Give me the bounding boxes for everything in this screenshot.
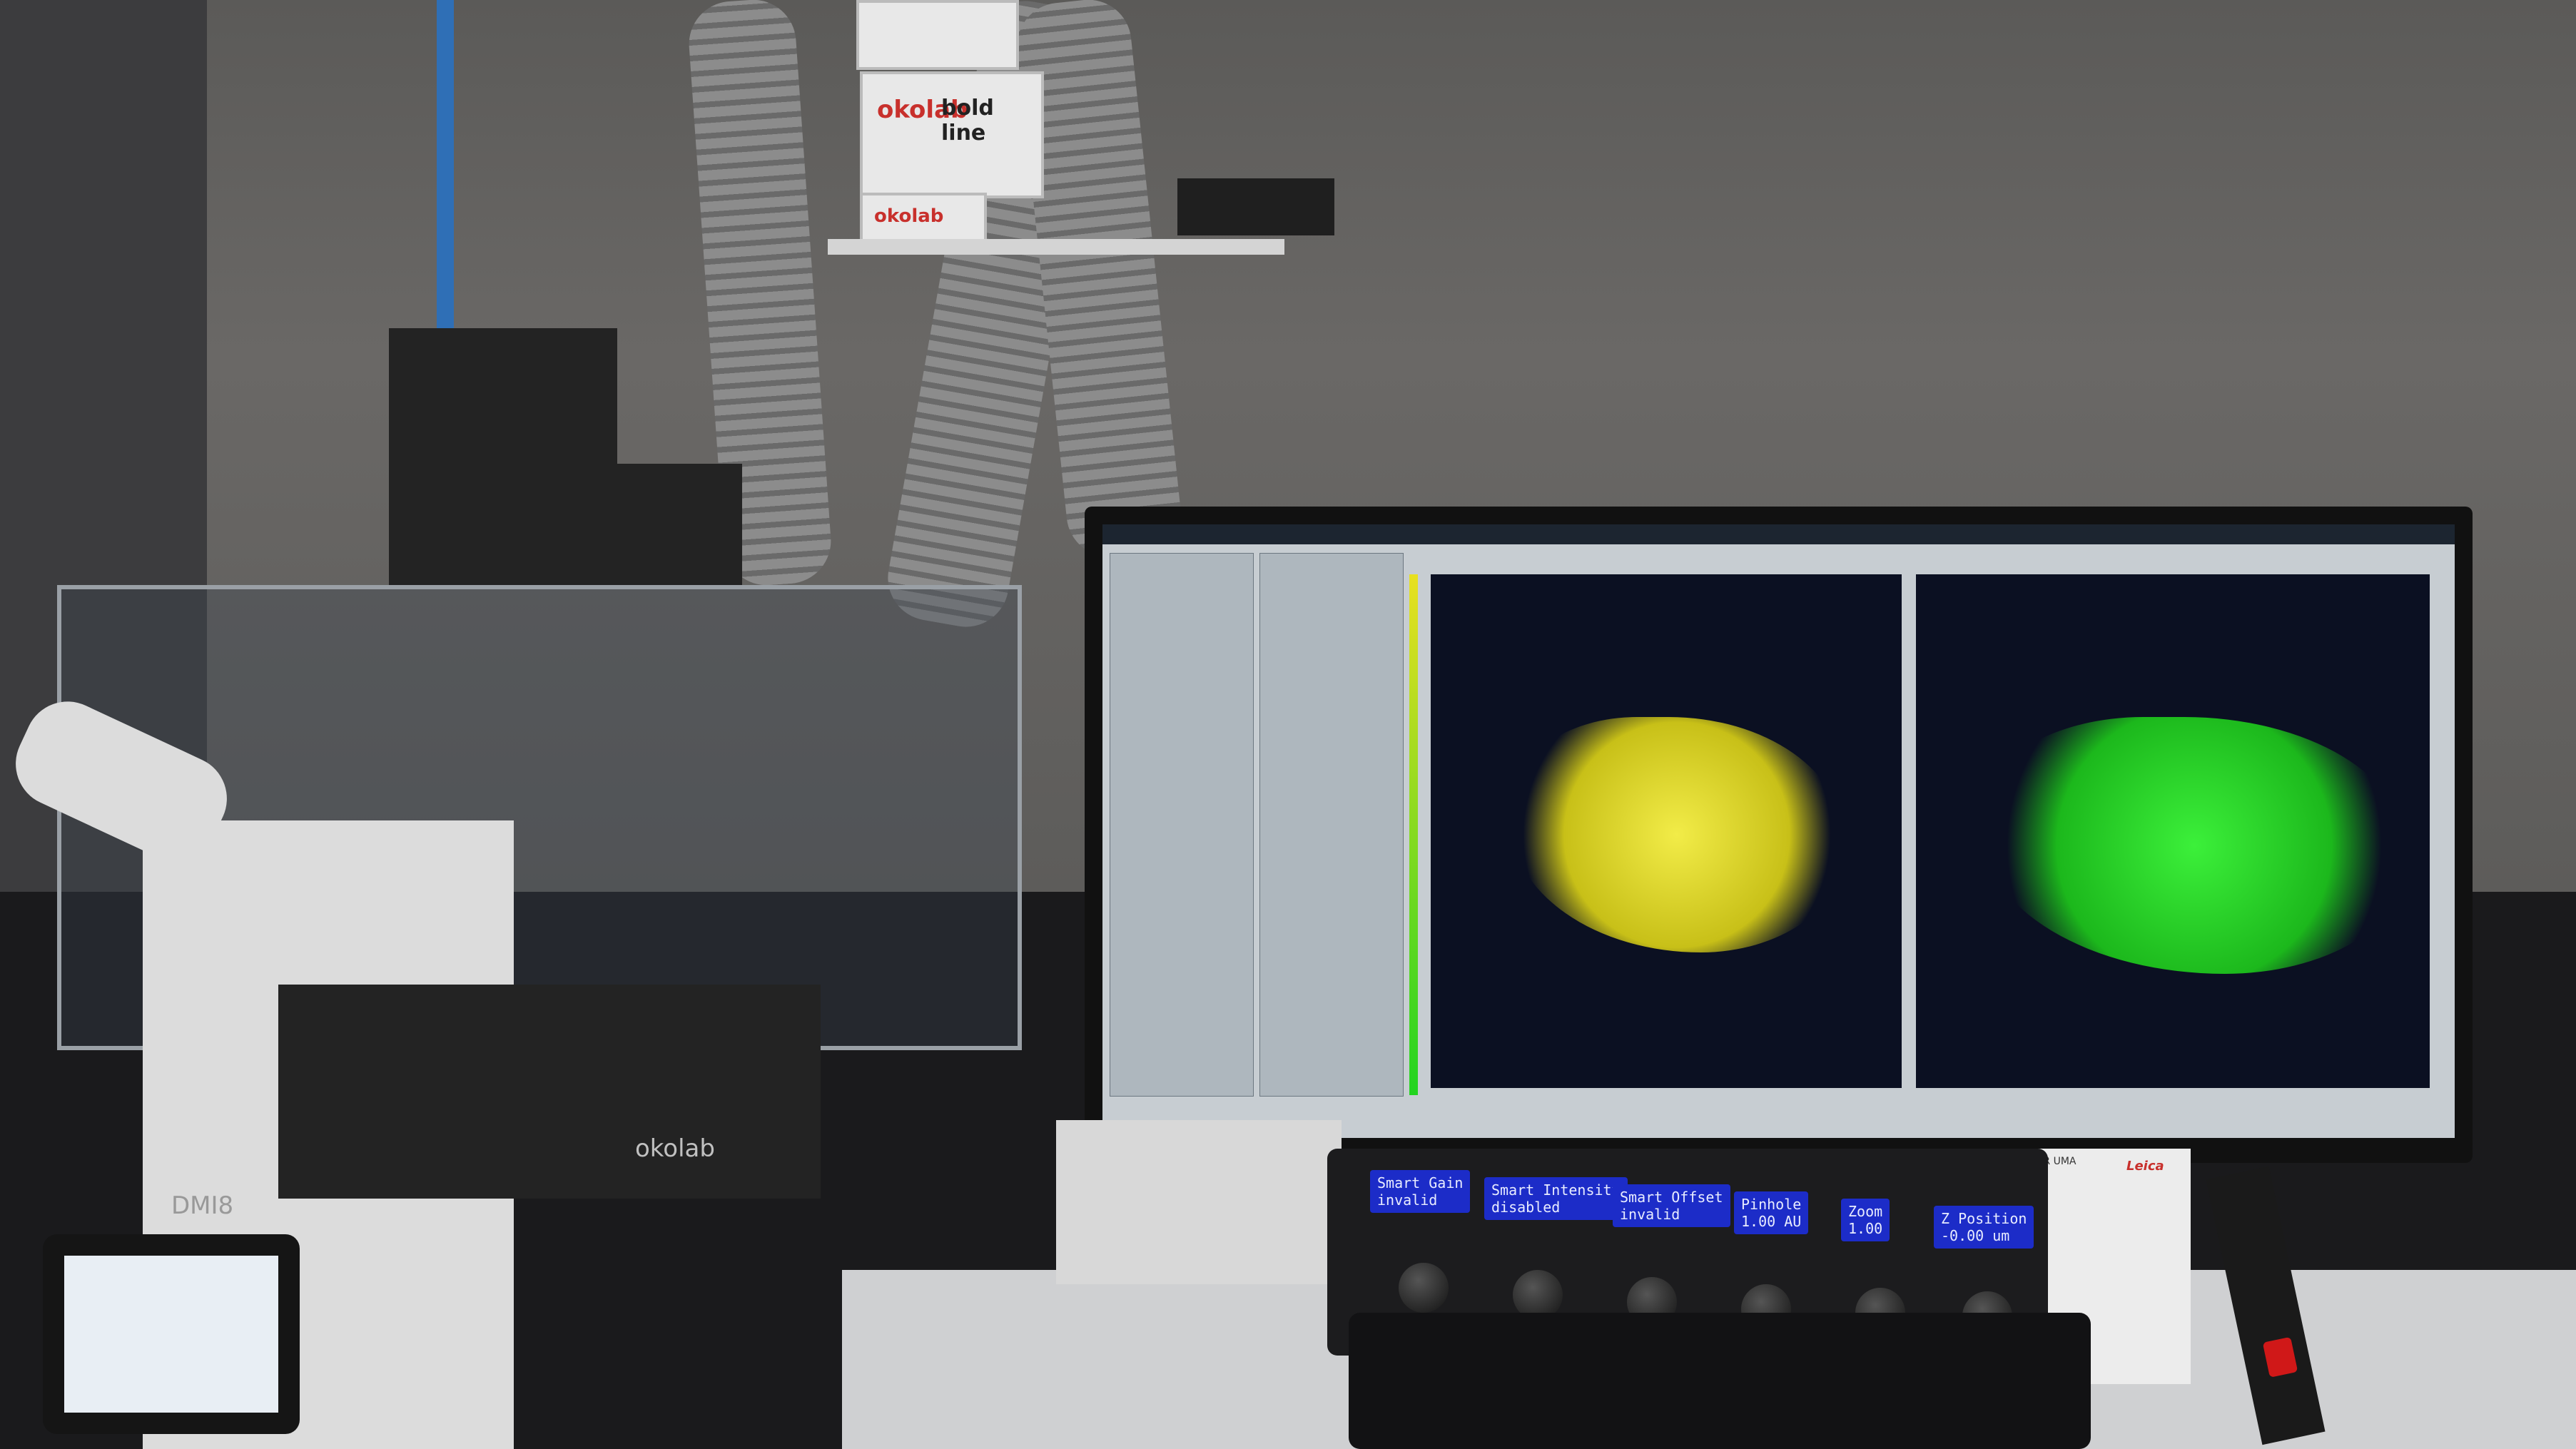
lcd-smart-intensity: Smart Intensity disabled	[1484, 1177, 1628, 1220]
fluorescent-cell-yellow	[1509, 717, 1845, 952]
microscope-model: DMI8	[171, 1191, 234, 1220]
scanner-head	[389, 328, 617, 585]
incubator-box: okolab	[278, 985, 821, 1199]
keyboard[interactable]	[1349, 1313, 2091, 1449]
lcd-value: -0.00 um	[1941, 1227, 2010, 1244]
laser-settings-panel	[1259, 553, 1404, 1097]
laser-unit	[585, 464, 742, 585]
lcd-pinhole: Pinhole 1.00 AU	[1734, 1191, 1809, 1234]
lcd-label: Smart Offset	[1620, 1189, 1723, 1206]
incubator-logo: okolab	[635, 1134, 715, 1163]
network-switch	[1177, 178, 1334, 235]
software-menubar	[1102, 524, 2455, 544]
lcd-smart-gain: Smart Gain invalid	[1370, 1170, 1471, 1213]
lcd-value: disabled	[1491, 1199, 1561, 1216]
monitor-screen	[1102, 524, 2455, 1138]
lcd-label: Pinhole	[1741, 1196, 1802, 1213]
power-switch-light[interactable]	[2262, 1336, 2298, 1378]
lcd-label: Zoom	[1848, 1203, 1883, 1220]
lcd-value: 1.00 AU	[1741, 1213, 1802, 1230]
tablet-screen[interactable]	[64, 1256, 278, 1413]
lcd-label: Z Position	[1941, 1210, 2027, 1227]
acquisition-panel	[1110, 553, 1254, 1097]
okolab-bold-line-box: okolab bold line	[860, 71, 1044, 198]
lcd-label: Smart Gain	[1377, 1174, 1464, 1191]
knob-smart-gain[interactable]	[1399, 1263, 1449, 1313]
printer	[1056, 1120, 1342, 1284]
lcd-smart-offset: Smart Offset invalid	[1613, 1184, 1730, 1227]
leica-logo: Leica	[2126, 1159, 2164, 1174]
lcd-z-position: Z Position -0.00 um	[1934, 1206, 2034, 1249]
fluorescent-cell-green	[1980, 717, 2408, 974]
green-channel-view	[1916, 574, 2430, 1088]
lcd-label: Smart Intensity	[1491, 1181, 1621, 1199]
blue-pipe	[437, 0, 454, 328]
channel-histogram	[1409, 574, 1418, 1095]
tablet-device	[43, 1234, 300, 1434]
lcd-value: invalid	[1620, 1206, 1680, 1223]
lcd-zoom: Zoom 1.00	[1841, 1199, 1890, 1241]
okolab-logo: okolab	[874, 205, 944, 227]
okolab-controller-top	[856, 0, 1019, 70]
lcd-value: 1.00	[1848, 1220, 1883, 1237]
yellow-channel-view	[1431, 574, 1902, 1088]
lcd-value: invalid	[1377, 1191, 1438, 1209]
product-name: bold line	[941, 96, 994, 146]
wall-shelf	[828, 239, 1284, 255]
